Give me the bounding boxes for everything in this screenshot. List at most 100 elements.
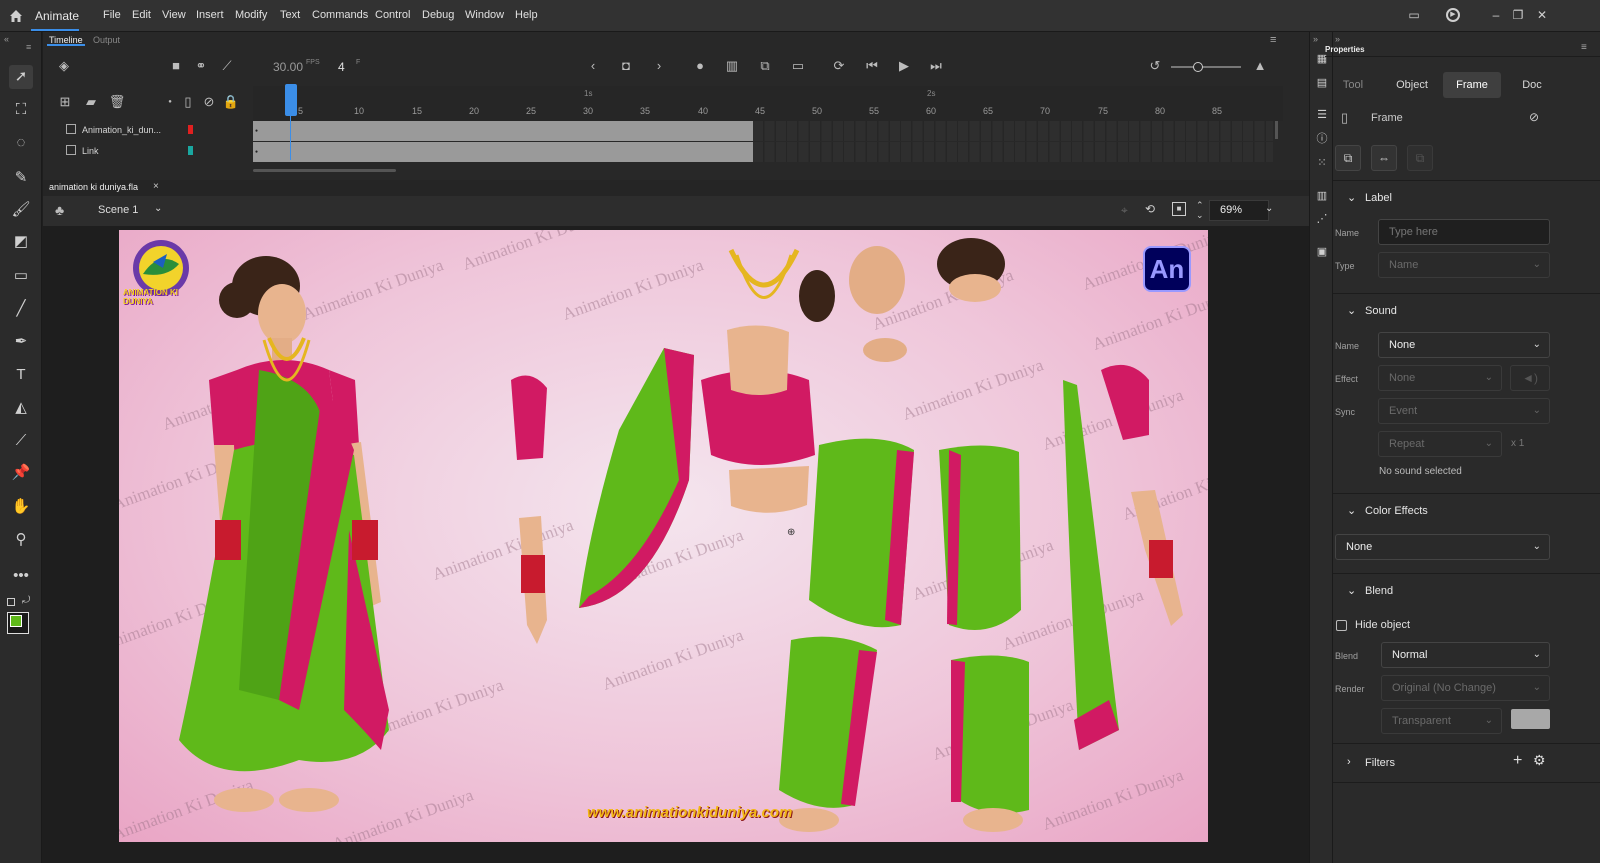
tab-doc[interactable]: Doc: [1505, 72, 1559, 98]
render-select[interactable]: Original (No Change) ⌄: [1381, 675, 1550, 701]
insert-keyframe-icon[interactable]: ◘: [617, 58, 635, 74]
color-effects-chevron-icon[interactable]: ⌄: [1347, 504, 1356, 517]
layer-color-swatch[interactable]: [188, 146, 193, 155]
layer-name[interactable]: Animation_ki_dun...: [82, 125, 161, 135]
timeline-ruler[interactable]: 1s 2s 5 10 15 20 25 30 35 40 45 50 55 60…: [253, 86, 1283, 121]
label-chevron-icon[interactable]: ⌄: [1347, 191, 1356, 204]
info-icon[interactable]: ⓘ: [1315, 132, 1329, 146]
brush-tool-icon[interactable]: 🖌: [9, 198, 33, 222]
onion-outline-icon[interactable]: ▥: [723, 58, 741, 74]
grid-icon[interactable]: ⁙: [1315, 156, 1329, 170]
visibility-icon[interactable]: ⊘: [200, 94, 218, 110]
sound-repeat-count[interactable]: x 1: [1511, 438, 1524, 449]
swap-symbol-icon[interactable]: ⧉: [1335, 145, 1361, 171]
layer-color-swatch[interactable]: [188, 125, 193, 134]
fit-timeline-icon[interactable]: ▲: [1251, 58, 1269, 74]
paint-brush-tool-icon[interactable]: ✎: [9, 166, 33, 190]
restore-icon[interactable]: ❐: [1510, 8, 1526, 22]
menu-view[interactable]: View: [162, 9, 186, 21]
label-type-select[interactable]: Name ⌄: [1378, 252, 1550, 278]
more-tools-icon[interactable]: •••: [9, 564, 33, 588]
close-tab-icon[interactable]: ×: [153, 181, 159, 192]
onion-skin-icon[interactable]: ●: [691, 58, 709, 74]
scene-name[interactable]: Scene 1: [98, 204, 138, 216]
transparent-select[interactable]: Transparent ⌄: [1381, 708, 1502, 734]
lasso-tool-icon[interactable]: ◌: [9, 131, 33, 155]
eraser-tool-icon[interactable]: ◩: [9, 230, 33, 254]
outline-icon[interactable]: ▯: [179, 94, 197, 110]
hand-tool-icon[interactable]: ✋: [9, 495, 33, 519]
components-icon[interactable]: ▥: [1315, 189, 1329, 203]
sound-title[interactable]: Sound: [1365, 305, 1397, 317]
layer-row[interactable]: Animation_ki_dun...: [43, 120, 253, 140]
color-effects-select[interactable]: None ⌄: [1335, 534, 1550, 560]
test-movie-icon[interactable]: ▶: [1446, 8, 1460, 22]
go-last-frame-icon[interactable]: ⏭: [927, 58, 945, 74]
home-icon[interactable]: [8, 8, 24, 24]
fps-value[interactable]: 30.00: [273, 60, 303, 74]
timeline-v-scrollbar[interactable]: [1275, 121, 1278, 139]
filters-title[interactable]: Filters: [1365, 757, 1395, 769]
fill-color-swatch[interactable]: [10, 615, 22, 627]
tab-output[interactable]: Output: [93, 35, 120, 45]
label-title[interactable]: Label: [1365, 192, 1392, 204]
align-icon[interactable]: ☰: [1315, 108, 1329, 122]
sound-name-select[interactable]: None ⌄: [1378, 332, 1550, 358]
new-folder-icon[interactable]: ▰: [82, 94, 100, 110]
color-effects-title[interactable]: Color Effects: [1365, 505, 1428, 517]
edit-sound-icon[interactable]: ◄): [1510, 365, 1550, 391]
blend-mode-select[interactable]: Normal ⌄: [1381, 642, 1550, 668]
scene-chevron-icon[interactable]: ⌄: [154, 203, 162, 214]
menu-modify[interactable]: Modify: [235, 9, 267, 21]
swap-colors-icon[interactable]: ⤾: [22, 595, 30, 606]
assets-icon[interactable]: ▤: [1315, 76, 1329, 90]
edit-multiple-frames-icon[interactable]: ⧉: [756, 58, 774, 74]
hide-object-checkbox[interactable]: [1336, 620, 1347, 631]
tab-tool[interactable]: Tool: [1329, 72, 1377, 98]
zoom-slider-thumb[interactable]: [1193, 62, 1203, 72]
empty-frames[interactable]: [753, 142, 1273, 162]
default-colors-icon[interactable]: [7, 598, 15, 606]
zoom-tool-icon[interactable]: ⚲: [9, 528, 33, 552]
expand-icon[interactable]: »: [1313, 34, 1318, 44]
clip-stage-icon[interactable]: ■: [1172, 202, 1186, 216]
reset-zoom-icon[interactable]: ↺: [1146, 58, 1164, 74]
sound-sync-select[interactable]: Event ⌄: [1378, 398, 1550, 424]
playhead[interactable]: [285, 84, 297, 116]
menu-window[interactable]: Window: [465, 9, 504, 21]
next-keyframe-icon[interactable]: ›: [650, 58, 668, 74]
panel-menu-icon[interactable]: ≡: [26, 42, 31, 52]
label-name-input[interactable]: [1378, 219, 1550, 245]
timeline-menu-icon[interactable]: ≡: [1270, 34, 1276, 46]
graph-icon[interactable]: ⟋: [218, 58, 236, 74]
sound-effect-select[interactable]: None ⌄: [1378, 365, 1502, 391]
prev-keyframe-icon[interactable]: ‹: [584, 58, 602, 74]
collapse-icon[interactable]: «: [4, 34, 9, 44]
add-filter-icon[interactable]: +: [1513, 752, 1522, 770]
blend-chevron-icon[interactable]: ⌄: [1347, 584, 1356, 597]
edit-scene-icon[interactable]: ♣: [55, 202, 64, 218]
keyframe-dot[interactable]: ●: [255, 149, 258, 155]
workspace-layout-icon[interactable]: ▭: [1406, 8, 1422, 22]
frame-view-icon[interactable]: ▭: [789, 58, 807, 74]
blend-title[interactable]: Blend: [1365, 585, 1393, 597]
play-icon[interactable]: ▶: [895, 58, 913, 74]
timeline-h-scrollbar[interactable]: [253, 169, 396, 172]
convert-frame-icon[interactable]: ⇔: [1371, 145, 1397, 171]
menu-file[interactable]: File: [103, 9, 121, 21]
collapse-props-icon[interactable]: »: [1335, 34, 1340, 44]
close-window-icon[interactable]: ✕: [1534, 8, 1550, 22]
library-icon[interactable]: ▦: [1315, 52, 1329, 66]
menu-edit[interactable]: Edit: [132, 9, 151, 21]
new-layer-icon[interactable]: ⊞: [56, 94, 74, 110]
code-snippets-icon[interactable]: ▣: [1315, 245, 1329, 259]
minimize-icon[interactable]: –: [1488, 8, 1504, 22]
menu-text[interactable]: Text: [280, 9, 300, 21]
pen-tool-icon[interactable]: ✒: [9, 330, 33, 354]
stage[interactable]: Animation Ki Duniya Animation Ki Duniya …: [119, 230, 1208, 842]
text-tool-icon[interactable]: T: [9, 363, 33, 387]
timeline-zoom-slider[interactable]: [1171, 62, 1241, 72]
tab-object[interactable]: Object: [1383, 72, 1441, 98]
filter-settings-icon[interactable]: ⚙: [1533, 752, 1546, 769]
zoom-field[interactable]: 69%: [1209, 200, 1269, 221]
